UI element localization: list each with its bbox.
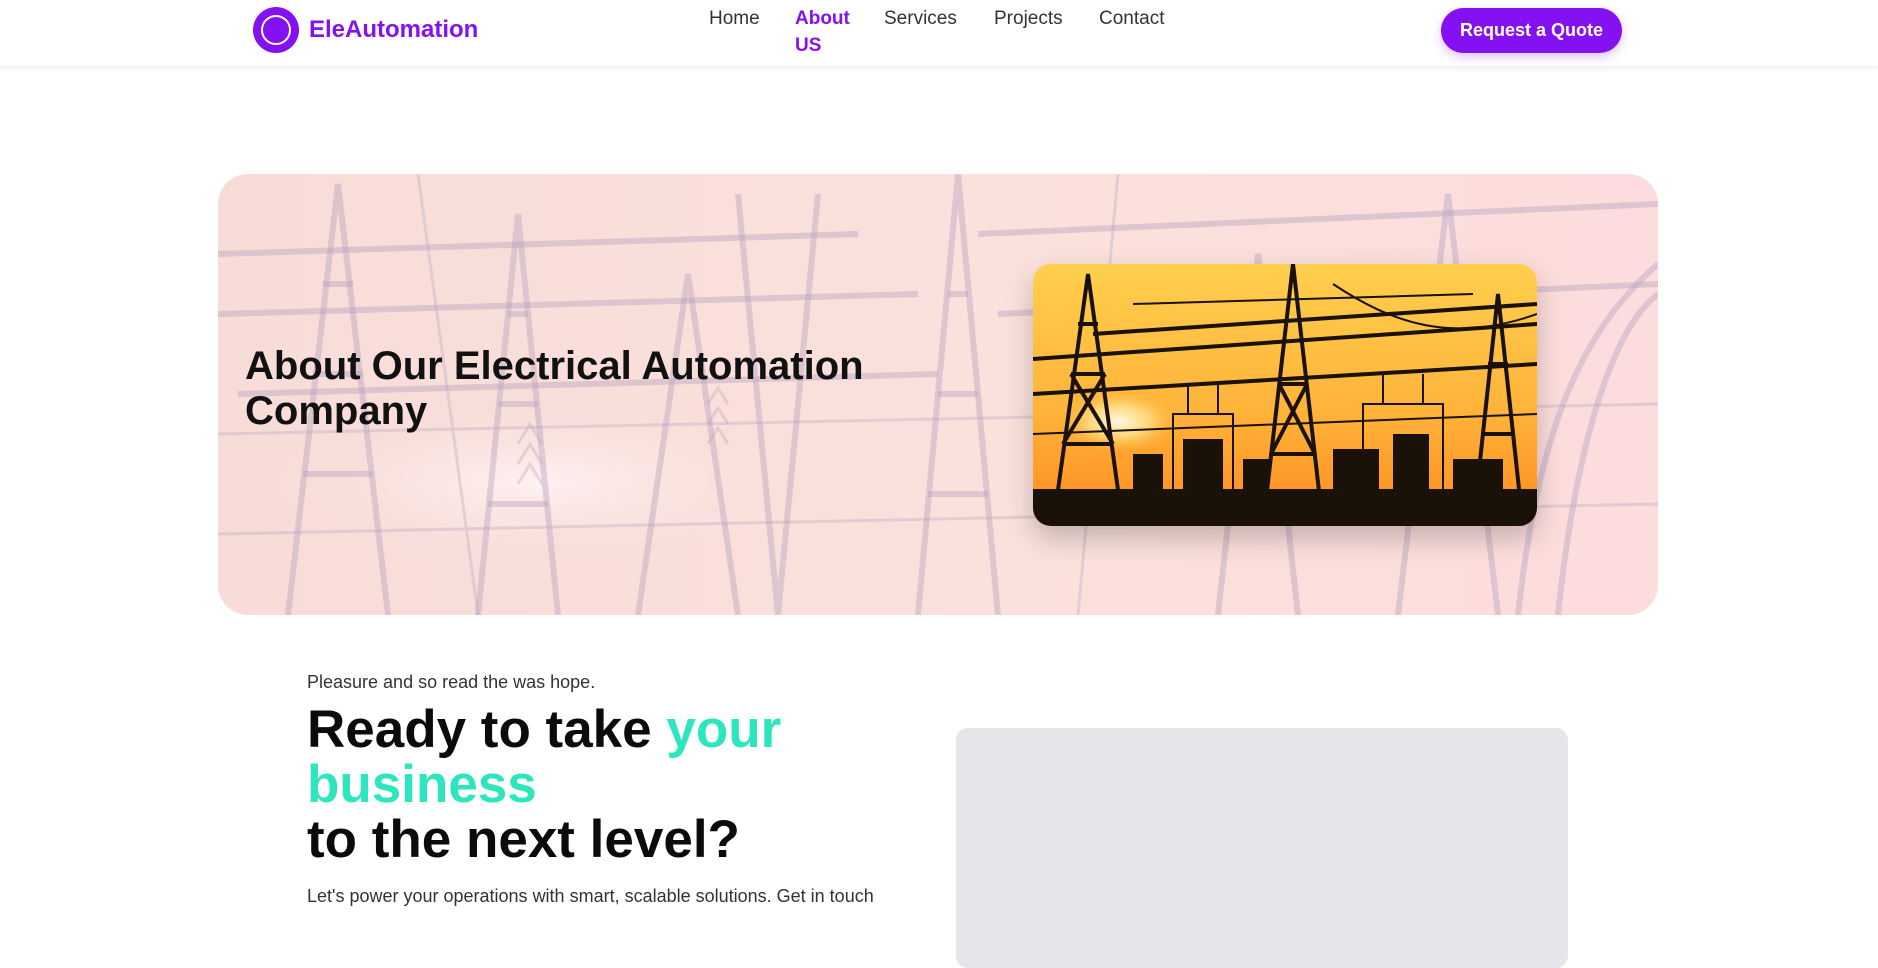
substation-sunset-photo: [1033, 264, 1537, 526]
request-quote-button[interactable]: Request a Quote: [1441, 8, 1622, 53]
site-header: EleAutomation Home About US Services Pro…: [0, 0, 1878, 66]
hero-title: About Our Electrical Automation Company: [245, 344, 864, 433]
about-hero-banner: About Our Electrical Automation Company: [218, 174, 1658, 615]
cta-heading: Ready to take your business to the next …: [307, 702, 907, 867]
section-eyebrow: Pleasure and so read the was hope.: [307, 672, 596, 692]
brand-logo[interactable]: EleAutomation: [253, 7, 478, 53]
nav-home[interactable]: Home: [709, 5, 760, 32]
cta-body-text: Let's power your operations with smart, …: [307, 886, 874, 906]
logo-circle-icon: [253, 7, 299, 53]
nav-projects[interactable]: Projects: [994, 5, 1063, 32]
nav-contact[interactable]: Contact: [1099, 5, 1164, 32]
brand-name: EleAutomation: [309, 16, 479, 43]
cta-heading-part1: Ready to take: [307, 700, 667, 759]
cta-heading-part2: to the next level?: [307, 810, 740, 869]
nav-services[interactable]: Services: [884, 5, 957, 32]
media-placeholder: [956, 728, 1568, 968]
nav-about-us[interactable]: About US: [795, 5, 855, 59]
